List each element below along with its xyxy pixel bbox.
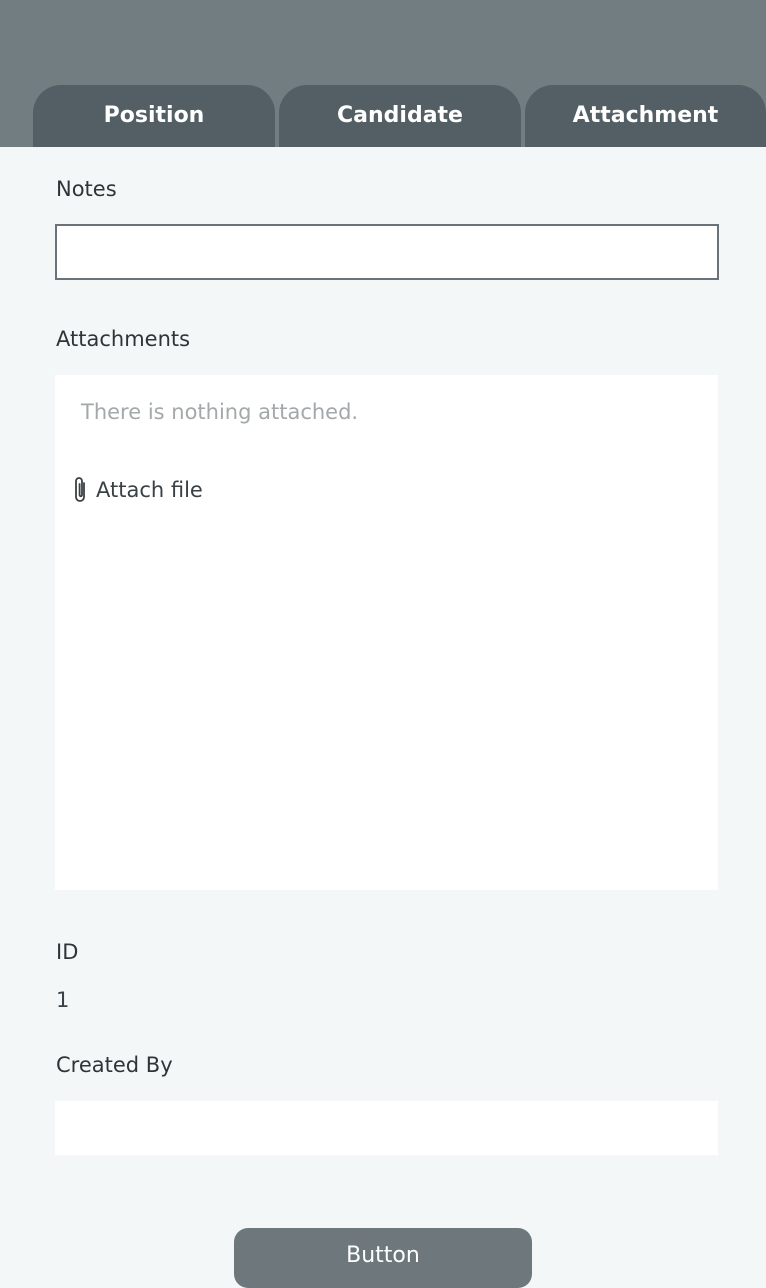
attachments-empty-text: There is nothing attached. (81, 400, 359, 424)
attachments-label: Attachments (56, 327, 191, 351)
notes-input[interactable] (55, 224, 719, 280)
created-by-field (55, 1101, 718, 1155)
attach-file-button[interactable]: Attach file (72, 475, 203, 505)
tab-candidate-label: Candidate (337, 102, 463, 128)
tab-attachment-label: Attachment (572, 102, 719, 128)
paperclip-icon (75, 477, 85, 502)
attachments-panel: There is nothing attached. Attach file (55, 375, 718, 890)
main-button[interactable]: Button (234, 1228, 532, 1288)
tab-position[interactable]: Position (33, 85, 275, 147)
created-by-label: Created By (56, 1053, 173, 1077)
tab-attachment[interactable]: Attachment (525, 85, 766, 147)
main-button-label: Button (346, 1243, 420, 1268)
tab-candidate[interactable]: Candidate (279, 85, 521, 147)
id-value: 1 (56, 988, 70, 1012)
notes-label: Notes (56, 177, 117, 201)
attach-file-label: Attach file (96, 478, 203, 502)
id-label: ID (56, 940, 79, 964)
tab-position-label: Position (103, 102, 205, 128)
